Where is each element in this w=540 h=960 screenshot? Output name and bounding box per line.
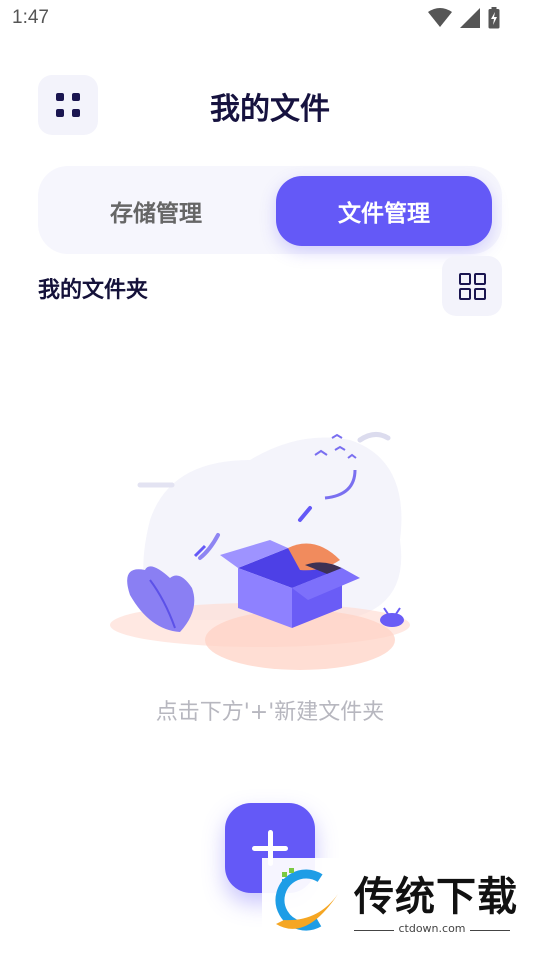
wifi-icon — [428, 8, 452, 27]
watermark: 传统下载 ctdown.com — [262, 858, 524, 938]
watermark-divider — [470, 930, 510, 931]
watermark-brand: 传统下载 — [354, 874, 518, 920]
tab-file-management[interactable]: 文件管理 — [276, 176, 492, 246]
section-title: 我的文件夹 — [38, 278, 149, 303]
status-bar: 1:47 — [0, 0, 540, 36]
view-toggle-button[interactable] — [442, 256, 502, 316]
status-time: 1:47 — [12, 7, 49, 28]
open-box-icon — [110, 432, 410, 670]
grid-view-icon — [474, 273, 486, 285]
battery-charging-icon — [488, 7, 500, 29]
grid-view-icon — [459, 273, 471, 285]
watermark-logo-icon — [275, 868, 338, 931]
status-icons — [428, 7, 500, 29]
watermark-url: ctdown.com — [398, 922, 466, 935]
signal-icon — [460, 8, 480, 28]
grid-view-icon — [474, 288, 486, 300]
segmented-tabs: 存储管理 文件管理 — [38, 166, 502, 254]
page-title: 我的文件 — [210, 92, 330, 127]
tab-storage-management[interactable]: 存储管理 — [48, 176, 264, 246]
grid-view-icon — [459, 288, 471, 300]
empty-hint: 点击下方'+'新建文件夹 — [155, 700, 385, 725]
